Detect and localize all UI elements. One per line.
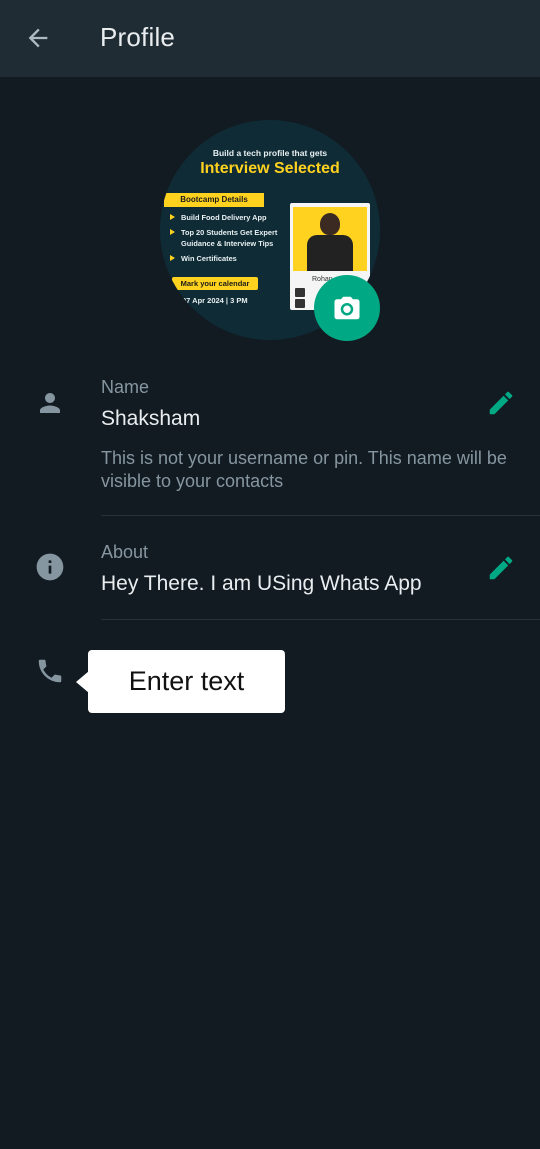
edit-about-button[interactable] — [484, 551, 518, 585]
card-icon — [295, 288, 305, 297]
divider — [101, 619, 540, 620]
name-value[interactable]: Shaksham — [101, 407, 200, 431]
info-icon — [34, 551, 66, 583]
person-body — [307, 235, 353, 271]
name-hint: This is not your username or pin. This n… — [101, 448, 507, 491]
enter-text-tooltip[interactable]: Enter text — [88, 650, 285, 713]
photo-bootcamp-label: Bootcamp Details — [164, 193, 264, 207]
name-label: Name — [101, 377, 150, 397]
photo-item: Win Certificates — [170, 253, 290, 264]
person-photo — [293, 207, 367, 271]
photo-item-list: Build Food Delivery App Top 20 Students … — [170, 212, 290, 268]
about-label: About — [101, 542, 149, 562]
arrow-left-icon — [28, 28, 48, 48]
app-bar: Profile — [0, 0, 540, 77]
profile-photo-container: Build a tech profile that gets Interview… — [160, 120, 380, 341]
camera-icon — [334, 296, 360, 320]
person-head — [320, 213, 340, 235]
back-button[interactable] — [20, 20, 56, 56]
edit-name-button[interactable] — [484, 386, 518, 420]
photo-subtitle: Build a tech profile that gets — [212, 148, 328, 158]
divider — [101, 515, 540, 516]
photo-headline: Interview Selected — [200, 160, 340, 177]
pencil-icon — [489, 556, 513, 580]
page-title: Profile — [100, 22, 176, 52]
photo-date: 07 Apr 2024 | 3 PM — [182, 296, 248, 305]
photo-item: Build Food Delivery App — [170, 212, 290, 223]
photo-item: Top 20 Students Get Expert Guidance & In… — [170, 227, 290, 249]
phone-icon — [34, 655, 66, 687]
about-value[interactable]: Hey There. I am USing Whats App — [101, 572, 422, 596]
person-icon — [34, 387, 66, 419]
pencil-icon — [489, 391, 513, 415]
change-photo-button[interactable] — [314, 275, 380, 341]
card-icon — [295, 299, 305, 308]
photo-calendar-label: Mark your calendar — [172, 277, 258, 290]
